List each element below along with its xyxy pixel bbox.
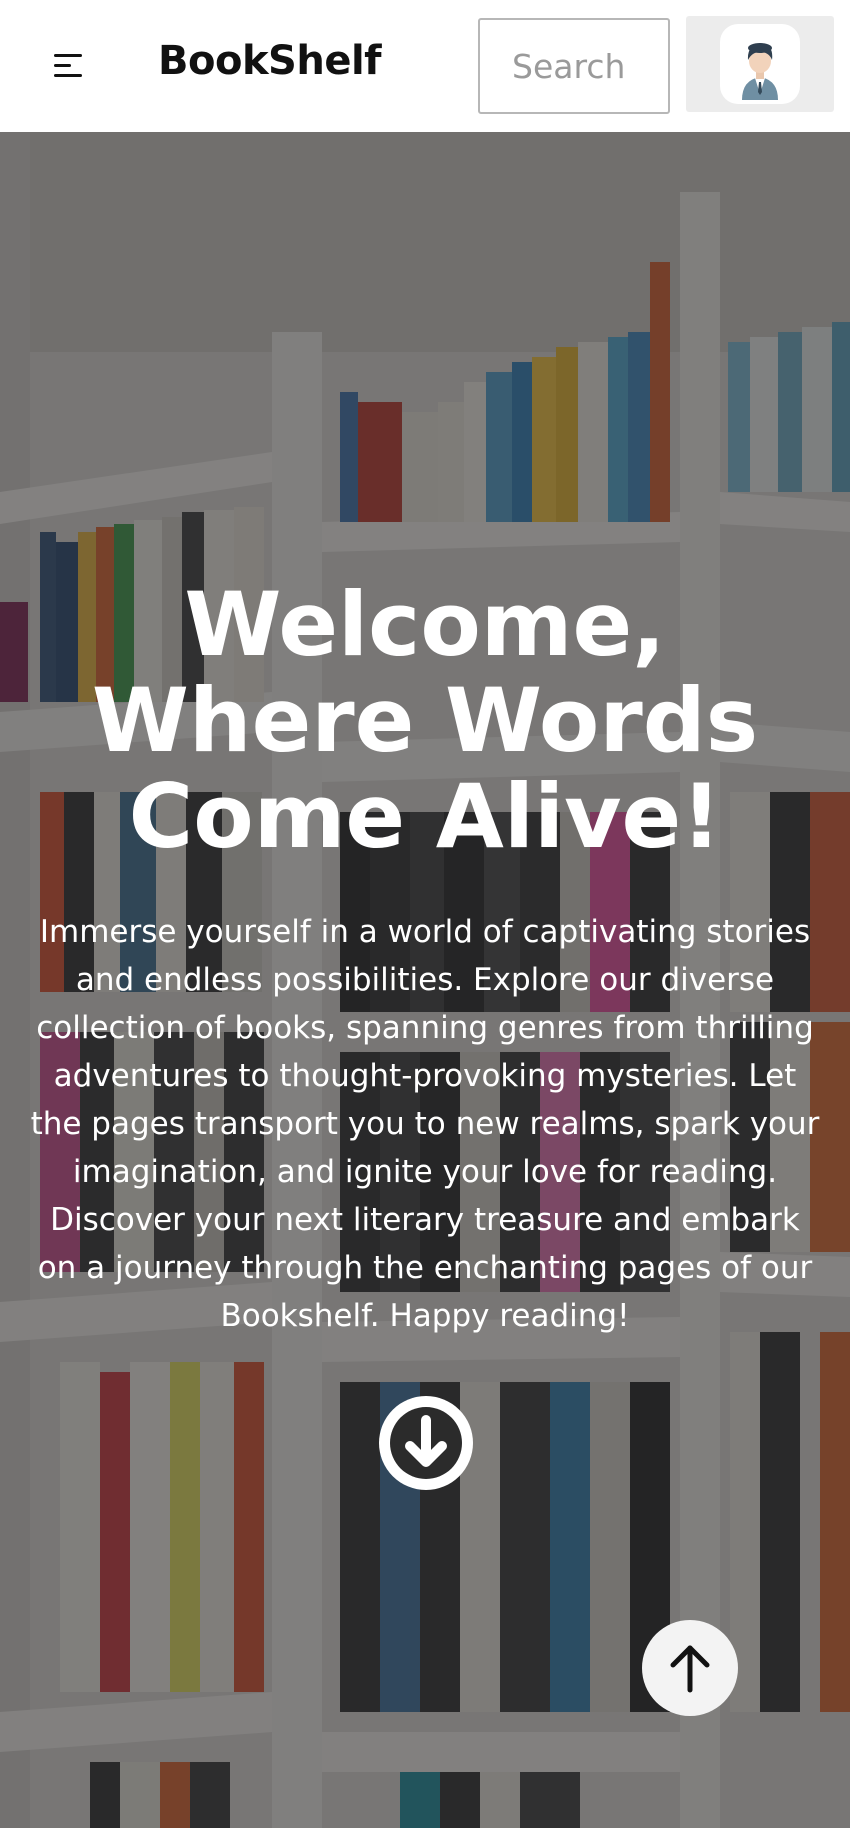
hamburger-menu-icon (54, 54, 82, 57)
search-input[interactable] (478, 18, 670, 114)
hero-title-line: Welcome, (184, 573, 666, 676)
hamburger-menu-icon-line (54, 74, 82, 77)
brand-logo-text[interactable]: BookShelf (158, 38, 382, 84)
user-avatar-icon (720, 24, 800, 104)
arrow-down-circle-icon (384, 1401, 468, 1485)
scroll-down-button[interactable] (379, 1396, 473, 1490)
hero-section: Welcome, Where Words Come Alive! Immerse… (0, 132, 850, 1828)
menu-button[interactable] (50, 50, 90, 82)
hero-title-line: Where Words (91, 669, 759, 772)
profile-button[interactable] (686, 16, 834, 112)
hamburger-menu-icon-line (54, 64, 71, 67)
top-navbar: BookShelf (0, 0, 850, 132)
arrow-up-icon (670, 1645, 710, 1693)
hero-title-line: Come Alive! (128, 765, 722, 868)
hero-title: Welcome, Where Words Come Alive! (40, 577, 810, 865)
hero-description: Immerse yourself in a world of captivati… (30, 914, 820, 1334)
scroll-to-top-button[interactable] (642, 1620, 738, 1716)
